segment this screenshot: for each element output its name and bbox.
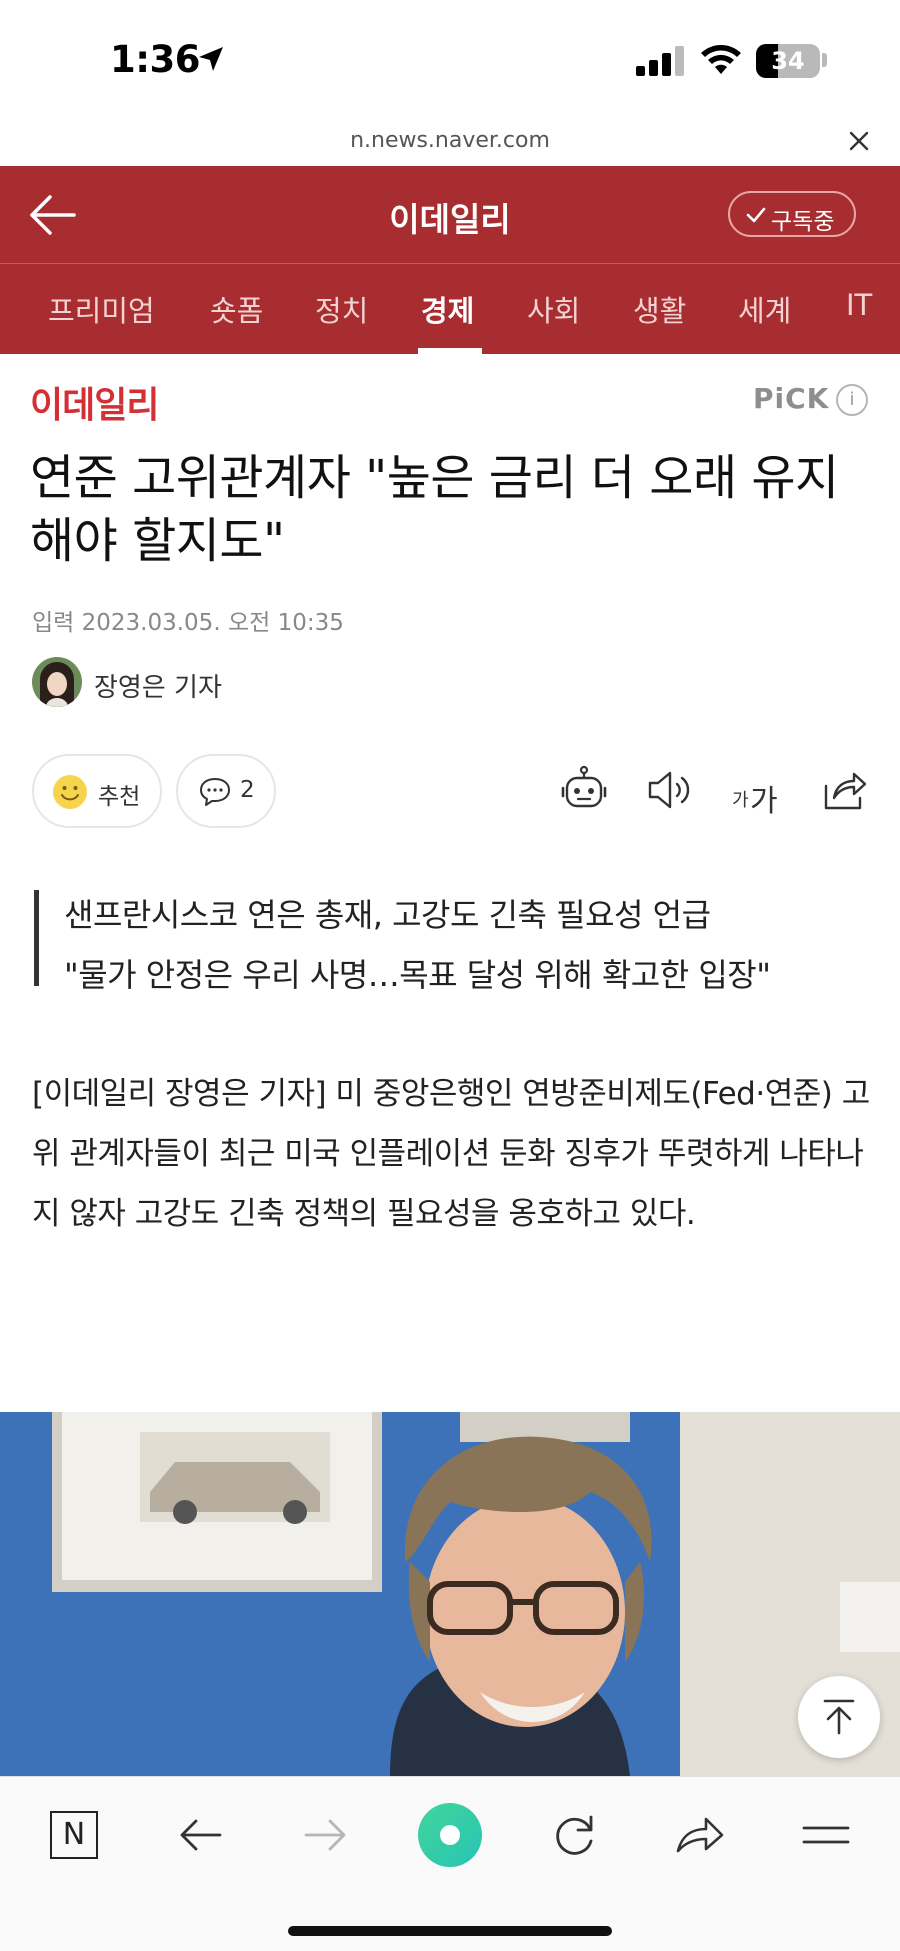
summary-bar (34, 890, 39, 986)
battery-icon: 34 (756, 44, 820, 78)
close-icon[interactable] (846, 128, 872, 154)
menu-icon[interactable] (796, 1805, 856, 1865)
location-arrow-icon (199, 47, 223, 71)
refresh-icon[interactable] (544, 1805, 604, 1865)
smile-icon (53, 775, 87, 809)
article-headline: 연준 고위관계자 "높은 금리 더 오래 유지해야 할지도" (30, 450, 839, 569)
nav-item-shortform[interactable]: 숏폼 (210, 288, 263, 330)
nav-item-politics[interactable]: 정치 (315, 288, 368, 330)
green-dot-icon[interactable] (414, 1799, 486, 1871)
cellular-signal-icon (636, 46, 686, 76)
subscribe-label: 구독중 (771, 209, 835, 235)
nav-item-economy[interactable]: 경제 (421, 288, 474, 330)
reporter-name[interactable]: 장영은 기자 (94, 667, 222, 704)
speaker-icon[interactable] (644, 764, 696, 816)
url-text: n.news.naver.com (350, 128, 550, 153)
summary-line-1: 샌프란시스코 연은 총재, 고강도 긴축 필요성 언급 (64, 896, 711, 934)
pick-label: PiCK (753, 382, 830, 415)
nav-item-society[interactable]: 사회 (527, 288, 580, 330)
subscribe-button[interactable]: 구독중 (728, 191, 856, 237)
naver-home-button[interactable]: N (44, 1805, 104, 1865)
info-icon[interactable]: i (836, 384, 868, 416)
reporter-avatar[interactable] (32, 657, 82, 707)
browser-toolbar: N (0, 1776, 900, 1951)
comment-count: 2 (240, 777, 255, 803)
back-icon[interactable] (170, 1805, 230, 1865)
article-datetime: 입력 2023.03.05. 오전 10:35 (32, 610, 344, 636)
share-arrow-icon[interactable] (670, 1805, 730, 1865)
scroll-to-top-button[interactable] (798, 1676, 880, 1758)
press-logo[interactable]: 이데일리 (30, 376, 159, 428)
ai-summary-robot-icon[interactable] (558, 764, 610, 816)
check-icon (746, 207, 766, 223)
comment-button[interactable]: 2 (176, 754, 276, 828)
section-nav: 프리미엄 숏폼 정치 경제 사회 생활 세계 IT (0, 264, 900, 354)
summary-line-2: "물가 안정은 우리 사명…목표 달성 위해 확고한 입장" (64, 956, 771, 994)
article-body: [이데일리 장영은 기자] 미 중앙은행인 연방준비제도(Fed·연준) 고위 … (32, 1076, 870, 1232)
nav-item-life[interactable]: 생활 (633, 288, 686, 330)
wifi-icon (701, 45, 741, 74)
font-size-button[interactable]: 가 가 (732, 776, 784, 819)
comment-icon (200, 778, 230, 806)
article-photo[interactable] (0, 1412, 900, 1776)
forward-icon[interactable] (296, 1805, 356, 1865)
status-time: 1:36 (110, 38, 201, 81)
like-button[interactable]: 추천 (32, 754, 162, 828)
press-header: 이데일리 구독중 (0, 166, 900, 263)
nav-item-world[interactable]: 세계 (738, 288, 791, 330)
browser-url-bar: n.news.naver.com (0, 120, 900, 166)
font-size-large-label: 가 (750, 784, 778, 819)
share-icon[interactable] (818, 764, 870, 816)
status-bar: 1:36 34 (0, 0, 900, 120)
arrow-up-icon (823, 1699, 855, 1735)
font-size-small-label: 가 (732, 790, 749, 811)
nav-active-indicator (418, 348, 482, 354)
home-indicator (288, 1926, 612, 1936)
battery-level: 34 (771, 47, 805, 75)
like-label: 추천 (98, 784, 141, 810)
nav-item-it[interactable]: IT (846, 288, 872, 322)
battery-cap (822, 53, 827, 67)
naver-home-label: N (50, 1811, 98, 1859)
nav-item-premium[interactable]: 프리미엄 (48, 288, 155, 330)
